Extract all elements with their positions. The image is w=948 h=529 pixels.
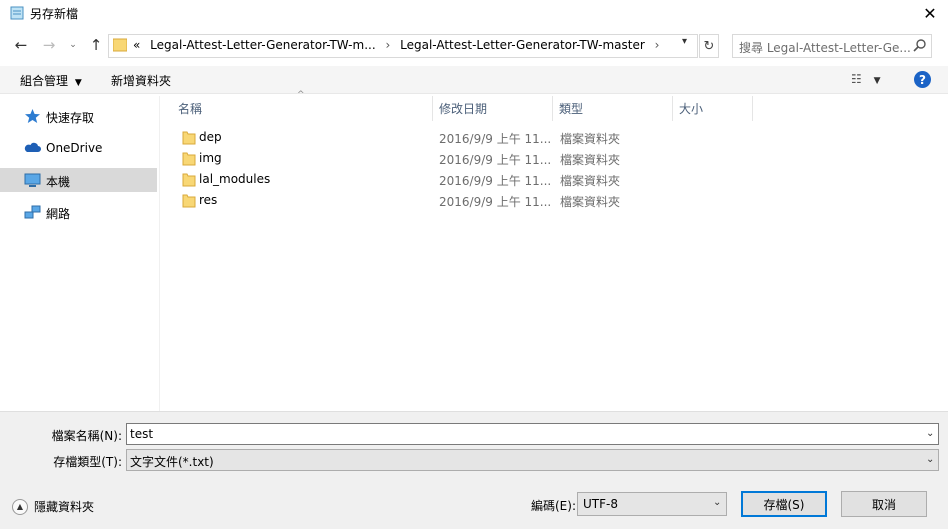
folder-icon: [182, 152, 196, 166]
close-icon: ✕: [923, 3, 937, 23]
breadcrumb-separator[interactable]: ›: [655, 38, 660, 52]
forward-button[interactable]: →: [38, 34, 60, 56]
sidebar-item-onedrive[interactable]: OneDrive: [0, 136, 157, 160]
chevron-down-icon[interactable]: ⌄: [926, 454, 934, 465]
refresh-button[interactable]: ↻: [699, 34, 719, 58]
recent-locations-button[interactable]: ⌄: [62, 34, 84, 56]
sidebar-item-label: 快速存取: [46, 111, 95, 125]
file-type: 檔案資料夾: [560, 153, 621, 167]
encoding-value[interactable]: UTF-8: [583, 497, 618, 511]
refresh-icon: ↻: [703, 38, 715, 54]
breadcrumb-overflow[interactable]: «: [133, 38, 140, 52]
file-type: 檔案資料夾: [560, 195, 621, 209]
folder-icon: [182, 173, 196, 187]
caret-down-icon: ▼: [74, 78, 82, 88]
search-icon: [913, 39, 926, 52]
sidebar-item-quick-access[interactable]: 快速存取: [0, 104, 157, 128]
file-type: 檔案資料夾: [560, 174, 621, 188]
encoding-label: 編碼(E):: [531, 499, 576, 513]
file-date: 2016/9/9 上午 11...: [439, 195, 552, 209]
organize-label: 組合管理: [20, 74, 69, 88]
file-date: 2016/9/9 上午 11...: [439, 174, 552, 188]
sidebar-item-label: 本機: [46, 175, 71, 189]
help-icon: ?: [919, 72, 926, 87]
file-date: 2016/9/9 上午 11...: [439, 153, 552, 167]
sidebar-item-label: OneDrive: [46, 141, 103, 155]
file-name: img: [199, 151, 222, 165]
chevron-up-icon: ▲: [12, 498, 28, 515]
caret-down-icon: ▼: [873, 76, 881, 86]
file-type: 檔案資料夾: [560, 132, 621, 146]
arrow-left-icon: ←: [14, 36, 28, 54]
close-button[interactable]: ✕: [912, 0, 948, 26]
folder-icon: [182, 131, 196, 145]
new-folder-button[interactable]: 新增資料夾: [111, 72, 171, 89]
filetype-select[interactable]: [126, 449, 939, 471]
file-name: res: [199, 193, 218, 207]
window-title: 另存新檔: [30, 7, 79, 21]
search-placeholder: 搜尋 Legal-Attest-Letter-Ge...: [739, 41, 911, 55]
sidebar-item-this-pc[interactable]: 本機: [0, 168, 157, 192]
star-icon: [25, 109, 40, 123]
list-item[interactable]: lal_modules 2016/9/9 上午 11... 檔案資料夾: [172, 169, 620, 190]
filename-label: 檔案名稱(N):: [51, 429, 122, 443]
column-header-name[interactable]: 名稱: [172, 96, 433, 121]
file-name: dep: [199, 130, 222, 144]
up-button[interactable]: ↑: [85, 34, 107, 56]
chevron-down-icon[interactable]: ⌄: [926, 428, 934, 439]
column-header-size[interactable]: 大小: [673, 96, 753, 121]
file-date: 2016/9/9 上午 11...: [439, 132, 552, 146]
filetype-value[interactable]: 文字文件(*.txt): [130, 453, 214, 470]
list-item[interactable]: img 2016/9/9 上午 11... 檔案資料夾: [172, 148, 620, 169]
sidebar-item-label: 網路: [46, 207, 71, 221]
folder-icon: [182, 194, 196, 208]
view-options-button[interactable]: ☷ ▼: [851, 72, 881, 86]
hide-folders-label: 隱藏資料夾: [34, 500, 95, 514]
network-icon: [24, 205, 41, 219]
filename-value[interactable]: test: [130, 427, 153, 441]
breadcrumb-item-parent[interactable]: Legal-Attest-Letter-Generator-TW-m...: [150, 38, 375, 52]
breadcrumb-separator[interactable]: ›: [385, 38, 390, 52]
cloud-icon: [24, 142, 41, 152]
organize-menu[interactable]: 組合管理 ▼: [20, 72, 82, 89]
save-button[interactable]: 存檔(S): [741, 491, 827, 517]
filename-input[interactable]: [126, 423, 939, 445]
arrow-up-icon: ↑: [89, 36, 103, 54]
filetype-label: 存檔類型(T):: [53, 455, 122, 469]
chevron-down-icon: ⌄: [69, 40, 77, 50]
column-header-type[interactable]: 類型: [553, 96, 673, 121]
computer-icon: [24, 173, 41, 187]
notepad-icon: [10, 6, 24, 20]
breadcrumb[interactable]: « Legal-Attest-Letter-Generator-TW-m... …: [133, 38, 659, 52]
address-dropdown-icon[interactable]: ▾: [682, 36, 687, 47]
sidebar-item-network[interactable]: 網路: [0, 200, 157, 224]
folder-icon: [113, 38, 127, 52]
cancel-button[interactable]: 取消: [841, 491, 927, 517]
help-button[interactable]: ?: [914, 71, 931, 88]
list-item[interactable]: dep 2016/9/9 上午 11... 檔案資料夾: [172, 127, 620, 148]
list-item[interactable]: res 2016/9/9 上午 11... 檔案資料夾: [172, 190, 620, 211]
details-view-icon: ☷: [851, 72, 862, 86]
hide-folders-toggle[interactable]: ▲ 隱藏資料夾: [12, 498, 94, 515]
chevron-down-icon[interactable]: ⌄: [713, 497, 721, 508]
breadcrumb-item-current[interactable]: Legal-Attest-Letter-Generator-TW-master: [400, 38, 645, 52]
column-header-date[interactable]: 修改日期: [433, 96, 553, 121]
arrow-right-icon: →: [42, 36, 56, 54]
back-button[interactable]: ←: [10, 34, 32, 56]
file-name: lal_modules: [199, 172, 271, 186]
title-bar: [0, 0, 948, 26]
